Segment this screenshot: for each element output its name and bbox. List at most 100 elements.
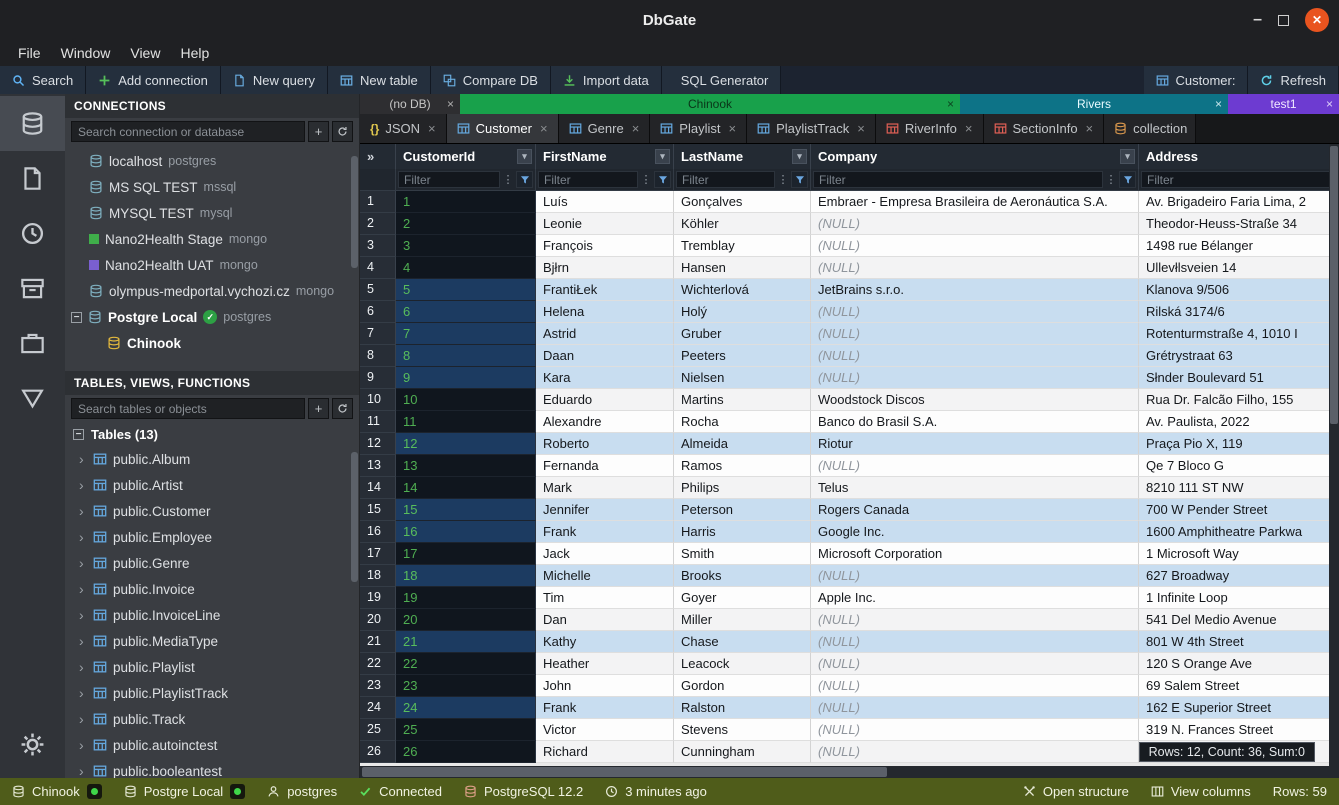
cell-customerid[interactable]: 14 [396,477,536,499]
cell-company[interactable]: (NULL) [811,631,1139,653]
cell-company[interactable]: (NULL) [811,719,1139,741]
toolbar-button-refresh[interactable]: Refresh [1248,66,1339,94]
refresh-connections-button[interactable] [332,121,353,142]
close-tab-icon[interactable]: × [632,121,640,136]
cell-company[interactable]: (NULL) [811,675,1139,697]
status-view-columns[interactable]: View columns [1151,784,1251,799]
row-number[interactable]: 22 [360,653,396,675]
cell-address[interactable]: Klanova 9/506 [1139,279,1339,301]
cell-firstname[interactable]: Fernanda [536,455,674,477]
cell-lastname[interactable]: Ralston [674,697,811,719]
cell-lastname[interactable]: Hansen [674,257,811,279]
cell-customerid[interactable]: 11 [396,411,536,433]
table-item-public-playlist[interactable]: ›public.Playlist [65,654,359,680]
cell-customerid[interactable]: 5 [396,279,536,301]
close-tab-icon[interactable]: × [1195,121,1196,136]
cell-company[interactable]: Embraer - Empresa Brasileira de Aeronáut… [811,191,1139,213]
cell-customerid[interactable]: 17 [396,543,536,565]
cell-company[interactable]: (NULL) [811,301,1139,323]
cell-address[interactable]: 120 S Orange Ave [1139,653,1339,675]
refresh-tables-button[interactable] [332,398,353,419]
row-number[interactable]: 4 [360,257,396,279]
cell-lastname[interactable]: Stevens [674,719,811,741]
cell-company[interactable]: (NULL) [811,455,1139,477]
cell-company[interactable]: Microsoft Corporation [811,543,1139,565]
cell-address[interactable]: 541 Del Medio Avenue [1139,609,1339,631]
row-number[interactable]: 20 [360,609,396,631]
db-tab-no-db[interactable]: (no DB)× [360,94,460,114]
collapse-icon[interactable]: − [71,312,82,323]
cell-customerid[interactable]: 13 [396,455,536,477]
table-item-public-invoiceline[interactable]: ›public.InvoiceLine [65,602,359,628]
cell-address[interactable]: 627 Broadway [1139,565,1339,587]
row-number[interactable]: 9 [360,367,396,389]
cell-company[interactable]: Banco do Brasil S.A. [811,411,1139,433]
cell-company[interactable]: (NULL) [811,235,1139,257]
cell-address[interactable]: Av. Paulista, 2022 [1139,411,1339,433]
cell-customerid[interactable]: 7 [396,323,536,345]
cell-lastname[interactable]: Cunningham [674,741,811,763]
close-tab-icon[interactable]: × [428,121,436,136]
cell-company[interactable]: (NULL) [811,323,1139,345]
cell-firstname[interactable]: Roberto [536,433,674,455]
cell-address[interactable]: 162 E Superior Street [1139,697,1339,719]
table-item-public-track[interactable]: ›public.Track [65,706,359,732]
close-tab-icon[interactable]: × [447,97,454,111]
cell-firstname[interactable]: Kara [536,367,674,389]
row-number[interactable]: 19 [360,587,396,609]
cell-firstname[interactable]: Leonie [536,213,674,235]
filter-menu-icon[interactable]: ⋮ [639,173,653,186]
connection-item-olympus-medportal-vychozi-cz[interactable]: olympus-medportal.vychozi.czmongo [65,278,359,304]
row-number[interactable]: 16 [360,521,396,543]
connection-item-ms-sql-test[interactable]: MS SQL TESTmssql [65,174,359,200]
cell-customerid[interactable]: 2 [396,213,536,235]
cell-lastname[interactable]: Peterson [674,499,811,521]
cell-lastname[interactable]: Rocha [674,411,811,433]
close-button[interactable]: ✕ [1305,8,1329,32]
filter-input[interactable]: Filter [398,171,500,188]
cell-lastname[interactable]: Gruber [674,323,811,345]
column-header-firstname[interactable]: FirstName▾ [536,144,674,169]
row-number[interactable]: 5 [360,279,396,301]
table-item-public-employee[interactable]: ›public.Employee [65,524,359,550]
cell-address[interactable]: 1498 rue Bélanger [1139,235,1339,257]
close-tab-icon[interactable]: × [965,121,973,136]
cell-company[interactable]: Riotur [811,433,1139,455]
filter-input[interactable]: Filter [1141,171,1336,188]
cell-lastname[interactable]: Goyer [674,587,811,609]
table-item-public-genre[interactable]: ›public.Genre [65,550,359,576]
row-number[interactable]: 26 [360,741,396,763]
db-tab-rivers[interactable]: Rivers× [960,94,1228,114]
cell-lastname[interactable]: Almeida [674,433,811,455]
filter-input[interactable]: Filter [813,171,1103,188]
toolbar-button-add-connection[interactable]: Add connection [86,66,221,94]
rail-item-files[interactable] [0,151,65,206]
close-tab-icon[interactable]: × [857,121,865,136]
cell-firstname[interactable]: Daan [536,345,674,367]
cell-customerid[interactable]: 10 [396,389,536,411]
expand-all-icon[interactable]: » [367,149,374,164]
cell-customerid[interactable]: 21 [396,631,536,653]
cell-lastname[interactable]: Nielsen [674,367,811,389]
table-item-public-autoinctest[interactable]: ›public.autoinctest [65,732,359,758]
row-number[interactable]: 1 [360,191,396,213]
cell-lastname[interactable]: Harris [674,521,811,543]
rail-item-filters[interactable] [0,371,65,426]
close-tab-icon[interactable]: × [1326,97,1333,111]
cell-address[interactable]: 319 N. Frances Street [1139,719,1339,741]
cell-lastname[interactable]: Leacock [674,653,811,675]
close-tab-icon[interactable]: × [947,97,954,111]
cell-lastname[interactable]: Köhler [674,213,811,235]
cell-firstname[interactable]: Michelle [536,565,674,587]
row-number[interactable]: 25 [360,719,396,741]
cell-customerid[interactable]: 24 [396,697,536,719]
connection-item-nano2health-stage[interactable]: Nano2Health Stagemongo [65,226,359,252]
cell-firstname[interactable]: Alexandre [536,411,674,433]
row-number[interactable]: 18 [360,565,396,587]
close-tab-icon[interactable]: × [540,121,548,136]
cell-company[interactable]: Apple Inc. [811,587,1139,609]
cell-firstname[interactable]: Tim [536,587,674,609]
column-dropdown-icon[interactable]: ▾ [517,149,532,164]
file-tab-genre[interactable]: Genre× [559,114,651,143]
menu-view[interactable]: View [120,43,170,63]
